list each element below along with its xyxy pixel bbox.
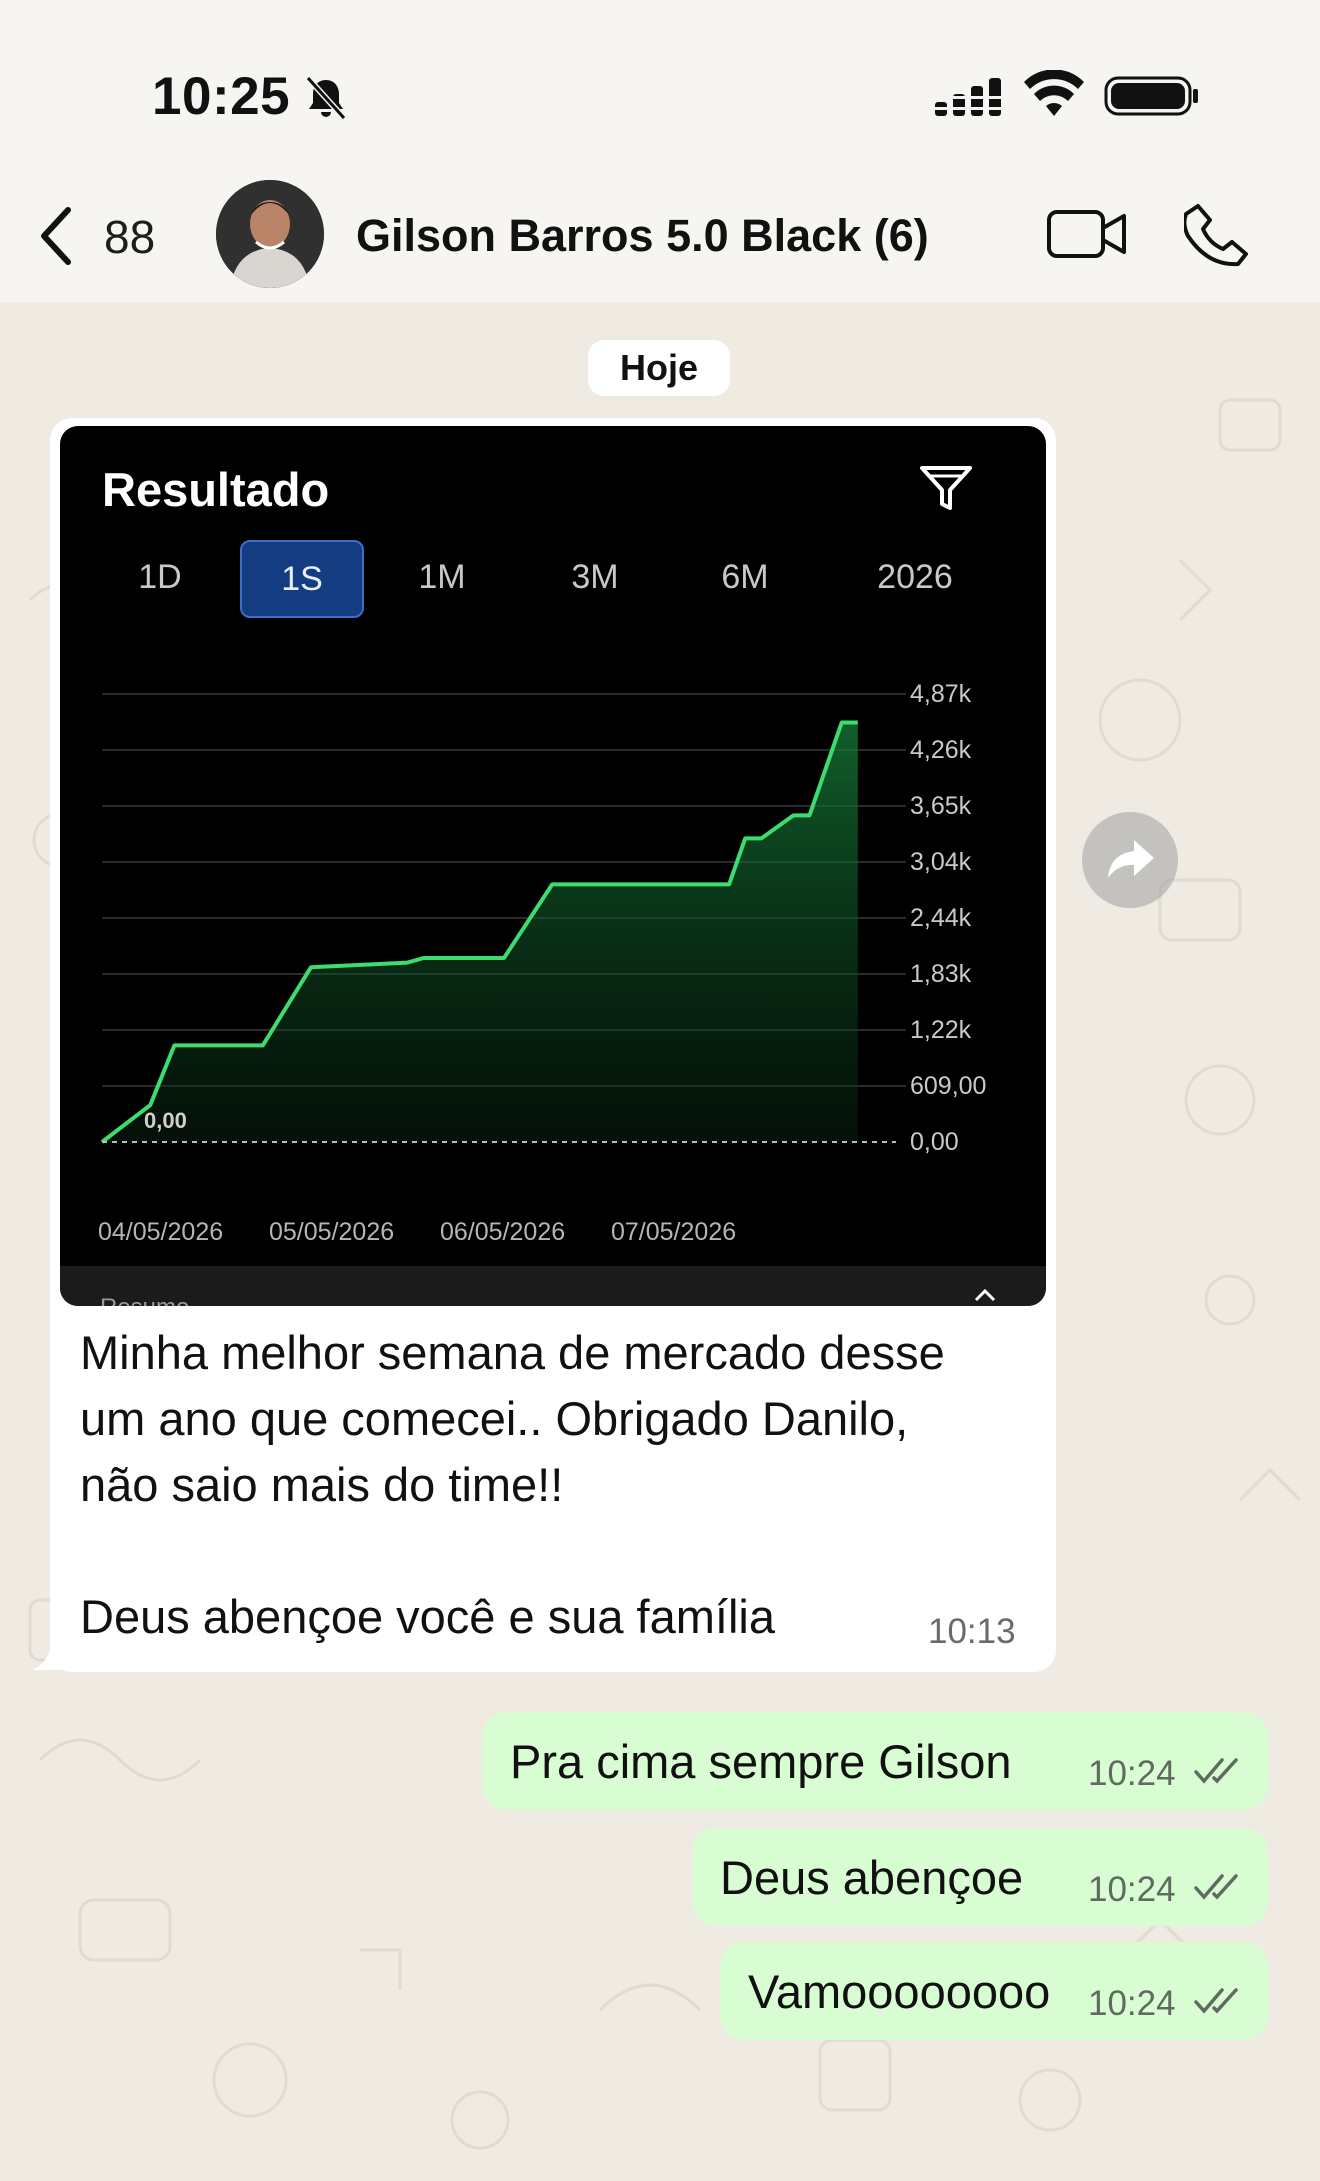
phone-call-icon[interactable] (1184, 202, 1250, 268)
message-line: Minha melhor semana de mercado desse (80, 1326, 945, 1379)
double-check-icon (1194, 1758, 1238, 1784)
y-tick-label: 3,04k (910, 848, 972, 876)
shared-screenshot-image[interactable]: Resultado 1D 1S 1M 3M 6M 2026 0,00 4,87k… (60, 426, 1046, 1306)
x-tick-label: 06/05/2026 (440, 1218, 565, 1246)
outgoing-message-text: Deus abençoe (720, 1851, 1024, 1904)
status-time: 10:25 (152, 67, 291, 126)
avatar[interactable] (216, 180, 324, 288)
y-tick-label: 4,87k (910, 680, 972, 708)
outgoing-message-bubble[interactable]: Deus abençoe 10:24 (692, 1828, 1268, 1926)
message-time: 10:13 (928, 1612, 1016, 1651)
x-tick-label: 04/05/2026 (98, 1218, 223, 1246)
y-tick-label: 1,83k (910, 960, 972, 988)
message-line: Deus abençoe você e sua família (80, 1590, 775, 1643)
outgoing-message-bubble[interactable]: Pra cima sempre Gilson 10:24 (482, 1712, 1268, 1810)
outgoing-message-text: Pra cima sempre Gilson (510, 1735, 1012, 1788)
chevron-left-icon[interactable] (36, 204, 76, 268)
message-time: 10:24 (1088, 1754, 1176, 1793)
signal-icon (935, 78, 1005, 116)
message-line: um ano que comecei.. Obrigado Danilo, (80, 1392, 909, 1445)
forward-button[interactable] (1082, 812, 1178, 908)
y-tick-label: 1,22k (910, 1016, 972, 1044)
double-check-icon (1194, 1988, 1238, 2014)
outgoing-message-bubble[interactable]: Vamoooooooo 10:24 (720, 1942, 1268, 2040)
wifi-icon (1024, 70, 1084, 116)
x-tick-label: 05/05/2026 (269, 1218, 394, 1246)
baseline-label: 0,00 (144, 1108, 187, 1133)
y-tick-label: 4,26k (910, 736, 972, 764)
result-chart: 0,00 4,87k 4,26k 3,65k 3,04k 2,44k 1,83k 1,22k… (98, 680, 986, 1246)
y-tick-label: 609,00 (910, 1072, 986, 1100)
battery-icon (1104, 76, 1198, 116)
video-call-icon[interactable] (1046, 206, 1128, 262)
double-check-icon (1194, 1874, 1238, 1900)
forward-icon (1108, 840, 1154, 878)
chat-title[interactable]: Gilson Barros 5.0 Black (6) (356, 210, 929, 262)
message-line (80, 1518, 1040, 1584)
message-time: 10:24 (1088, 1870, 1176, 1909)
summary-bar (60, 1266, 1046, 1306)
y-tick-label: 0,00 (910, 1128, 959, 1156)
chevron-up-icon (974, 1288, 996, 1302)
summary-label: Resumo (100, 1294, 189, 1306)
date-chip: Hoje (588, 340, 730, 396)
y-tick-label: 2,44k (910, 904, 972, 932)
message-time: 10:24 (1088, 1984, 1176, 2023)
incoming-message-text: Minha melhor semana de mercado desse um … (80, 1320, 1040, 1650)
bell-slash-icon (305, 75, 347, 121)
outgoing-message-text: Vamoooooooo (748, 1965, 1051, 2018)
chart-area-fill (102, 722, 858, 1142)
y-tick-label: 3,65k (910, 792, 972, 820)
x-tick-label: 07/05/2026 (611, 1218, 736, 1246)
bubble-tail (32, 1640, 68, 1670)
message-line: não saio mais do time!! (80, 1458, 564, 1511)
unread-count[interactable]: 88 (104, 210, 155, 264)
